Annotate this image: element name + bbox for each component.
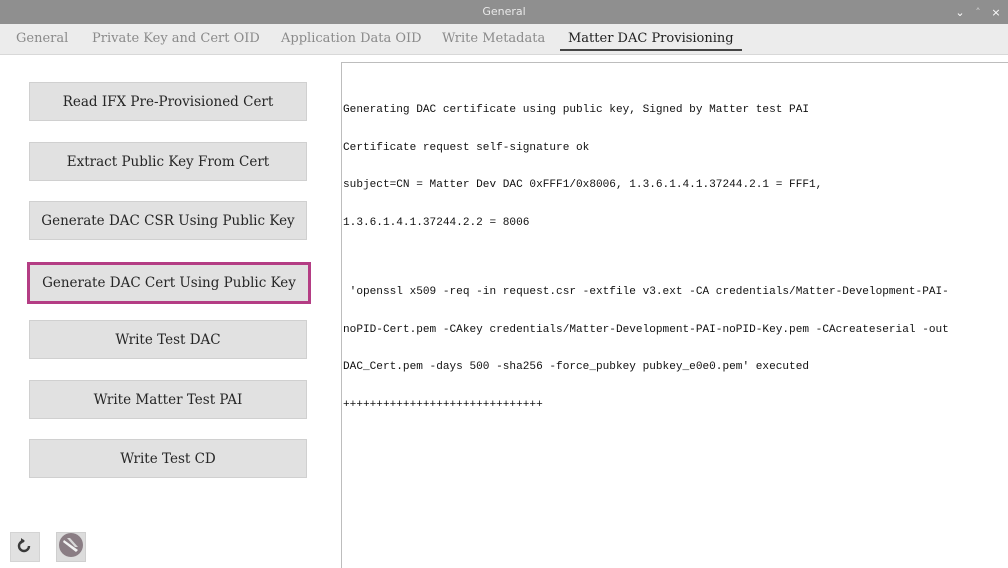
minimize-icon[interactable]: ⌄ <box>952 3 968 21</box>
tab-application-data-oid[interactable]: Application Data OID <box>281 24 422 54</box>
console-line: Certificate request self-signature ok <box>343 141 590 154</box>
console-line: Generating DAC certificate using public … <box>343 104 810 116</box>
generate-dac-csr-button[interactable]: Generate DAC CSR Using Public Key <box>29 201 307 240</box>
tab-general[interactable]: General <box>16 24 68 54</box>
theme-toggle-icon <box>58 532 84 562</box>
console-line: noPID-Cert.pem -CAkey credentials/Matter… <box>343 323 949 336</box>
tab-bar: General Private Key and Cert OID Applica… <box>0 24 1008 55</box>
title-bar: General ⌄ ˄ × <box>0 0 1008 24</box>
write-matter-test-pai-button[interactable]: Write Matter Test PAI <box>29 380 307 419</box>
theme-toggle-button[interactable] <box>56 532 86 562</box>
close-icon[interactable]: × <box>988 3 1004 21</box>
generate-dac-cert-button[interactable]: Generate DAC Cert Using Public Key <box>27 262 311 304</box>
window-title: General <box>482 5 526 18</box>
console-line: 'openssl x509 -req -in request.csr -extf… <box>343 286 949 298</box>
read-ifx-pre-provisioned-cert-button[interactable]: Read IFX Pre-Provisioned Cert <box>29 82 307 121</box>
write-test-cd-button[interactable]: Write Test CD <box>29 439 307 478</box>
extract-public-key-from-cert-button[interactable]: Extract Public Key From Cert <box>29 142 307 181</box>
console-line: ++++++++++++++++++++++++++++++ <box>343 398 543 411</box>
reset-icon <box>16 536 34 558</box>
maximize-icon[interactable]: ˄ <box>970 3 986 21</box>
console-line: 1.3.6.1.4.1.37244.2.2 = 8006 <box>343 216 530 229</box>
tab-matter-dac-provisioning[interactable]: Matter DAC Provisioning <box>560 24 742 54</box>
reset-button[interactable] <box>10 532 40 562</box>
output-console[interactable]: Generating DAC certificate using public … <box>341 62 1008 568</box>
console-line: subject=CN = Matter Dev DAC 0xFFF1/0x800… <box>343 179 823 191</box>
window-controls: ⌄ ˄ × <box>952 0 1004 24</box>
tab-private-key-and-cert-oid[interactable]: Private Key and Cert OID <box>92 24 260 54</box>
console-line: DAC_Cert.pem -days 500 -sha256 -force_pu… <box>343 361 810 373</box>
write-test-dac-button[interactable]: Write Test DAC <box>29 320 307 359</box>
tab-write-metadata[interactable]: Write Metadata <box>442 24 545 54</box>
